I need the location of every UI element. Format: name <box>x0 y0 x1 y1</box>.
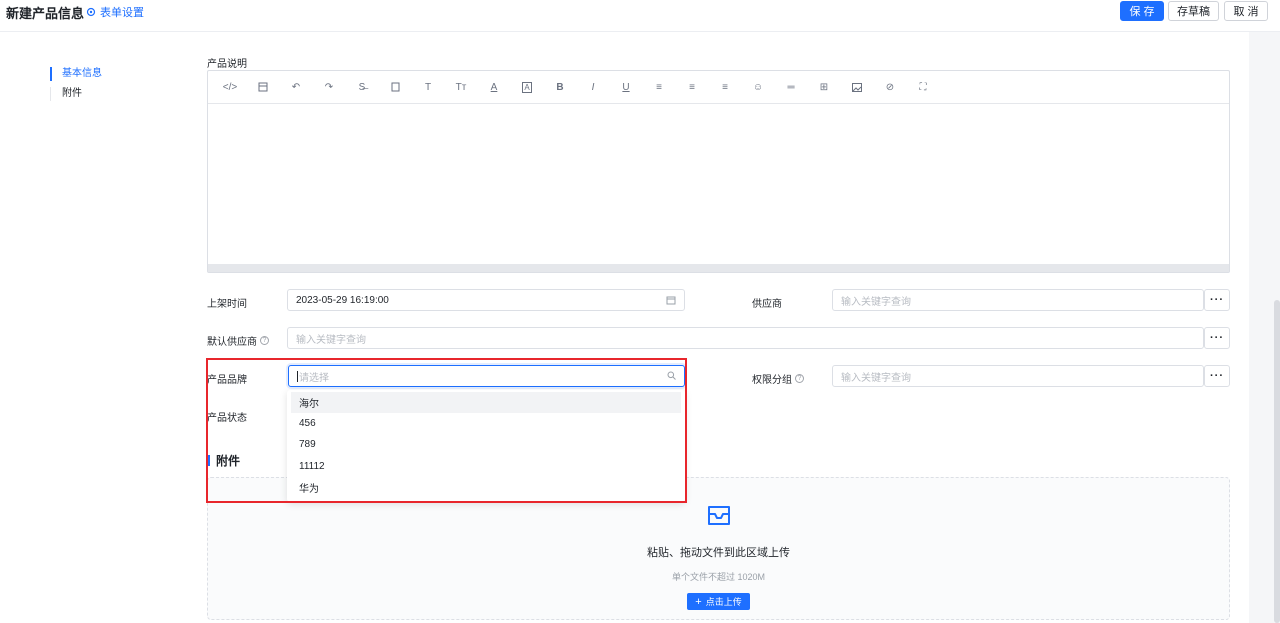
default-supplier-input[interactable]: 输入关键字查询 <box>287 327 1204 349</box>
brand-select[interactable]: 请选择 <box>288 365 685 387</box>
product-status-label: 产品状态 <box>207 413 247 424</box>
page-scrollbar[interactable] <box>1274 300 1280 623</box>
brand-option[interactable]: 海尔 <box>291 392 681 413</box>
save-draft-button[interactable]: 存草稿 <box>1168 1 1219 21</box>
save-button[interactable]: 保 存 <box>1120 1 1164 21</box>
brand-label: 产品品牌 <box>207 375 247 386</box>
supplier-label: 供应商 <box>752 299 782 310</box>
attachment-icon[interactable]: ⊘ <box>882 80 898 94</box>
permission-group-label-text: 权限分组 <box>752 375 792 386</box>
fullscreen-icon[interactable]: ⛶ <box>915 80 931 94</box>
description-label: 产品说明 <box>207 59 247 70</box>
permission-group-input[interactable]: 输入关键字查询 <box>832 365 1204 387</box>
default-supplier-label: 默认供应商 ? <box>207 333 269 348</box>
attachments-title-text: 附件 <box>216 454 241 468</box>
brand-dropdown: 海尔 456 789 11112 华为 <box>287 390 685 502</box>
brand-option[interactable]: 789 <box>291 434 681 455</box>
emoji-icon[interactable]: ☺ <box>750 80 766 94</box>
gear-icon <box>86 7 96 17</box>
section-nav: 基本信息 附件 <box>0 32 186 623</box>
table-icon[interactable]: ⊞ <box>816 80 832 94</box>
top-bar: 新建产品信息 表单设置 保 存 存草稿 取 消 <box>0 0 1280 32</box>
default-supplier-more-button[interactable]: ··· <box>1204 327 1230 349</box>
align-right-icon[interactable]: ≡ <box>717 80 733 94</box>
supplier-more-button[interactable]: ··· <box>1204 289 1230 311</box>
calendar-icon <box>666 295 676 308</box>
font-size-icon[interactable]: Tт <box>453 80 469 94</box>
template-icon[interactable] <box>255 80 271 94</box>
listing-time-input[interactable]: 2023-05-29 16:19:00 <box>287 289 685 311</box>
listing-time-value: 2023-05-29 16:19:00 <box>296 294 389 306</box>
nav-item-attachments[interactable]: 附件 <box>50 87 82 101</box>
bold-icon[interactable]: B <box>552 80 568 94</box>
align-left-icon[interactable]: ≡ <box>651 80 667 94</box>
permission-group-placeholder: 输入关键字查询 <box>841 372 911 384</box>
plus-icon: + <box>695 595 702 608</box>
text-icon[interactable]: T <box>420 80 436 94</box>
brand-option[interactable]: 华为 <box>291 477 681 498</box>
permission-group-label: 权限分组 ? <box>752 371 804 386</box>
upload-title: 粘贴、拖动文件到此区域上传 <box>647 547 790 559</box>
strikethrough-icon[interactable]: S̶ <box>354 80 370 94</box>
code-icon[interactable]: </> <box>222 80 238 94</box>
help-icon: ? <box>795 374 804 383</box>
default-supplier-label-text: 默认供应商 <box>207 337 257 348</box>
inbox-icon <box>706 503 732 530</box>
cancel-button[interactable]: 取 消 <box>1224 1 1268 21</box>
redo-icon[interactable]: ↷ <box>321 80 337 94</box>
listing-time-label: 上架时间 <box>207 299 247 310</box>
nav-item-basic-info[interactable]: 基本信息 <box>50 67 102 81</box>
upload-button-label: 点击上传 <box>705 597 742 607</box>
form-settings-link[interactable]: 表单设置 <box>86 4 144 20</box>
font-color-icon[interactable]: A <box>486 80 502 94</box>
editor-toolbar: </> ↶ ↷ S̶ T Tт A A B I U ≡ ≡ ≡ ☺ ═ ⊞ ⊘ … <box>208 71 1229 104</box>
form-settings-label: 表单设置 <box>100 7 144 19</box>
brand-option[interactable]: 456 <box>291 413 681 434</box>
upload-button[interactable]: + 点击上传 <box>687 593 750 610</box>
align-center-icon[interactable]: ≡ <box>684 80 700 94</box>
supplier-placeholder: 输入关键字查询 <box>841 296 911 308</box>
section-accent-bar <box>207 455 210 466</box>
horizontal-rule-icon[interactable]: ═ <box>783 80 799 94</box>
undo-icon[interactable]: ↶ <box>288 80 304 94</box>
rich-text-editor[interactable]: </> ↶ ↷ S̶ T Tт A A B I U ≡ ≡ ≡ ☺ ═ ⊞ ⊘ … <box>207 70 1230 273</box>
supplier-input[interactable]: 输入关键字查询 <box>832 289 1204 311</box>
image-icon[interactable] <box>849 80 865 94</box>
italic-icon[interactable]: I <box>585 80 601 94</box>
brand-option[interactable]: 11112 <box>291 456 681 477</box>
permission-group-more-button[interactable]: ··· <box>1204 365 1230 387</box>
attachments-section-title: 附件 <box>207 452 240 469</box>
text-cursor <box>297 370 298 382</box>
editor-resize-bar[interactable] <box>208 264 1229 272</box>
background-color-icon[interactable]: A <box>519 80 535 94</box>
document-icon[interactable] <box>387 80 403 94</box>
brand-placeholder: 请选择 <box>299 372 329 384</box>
underline-icon[interactable]: U <box>618 80 634 94</box>
default-supplier-placeholder: 输入关键字查询 <box>296 334 366 346</box>
search-icon <box>667 371 676 383</box>
help-icon: ? <box>260 336 269 345</box>
page-title: 新建产品信息 <box>6 6 85 21</box>
upload-hint: 单个文件不超过 1020M <box>671 572 766 582</box>
